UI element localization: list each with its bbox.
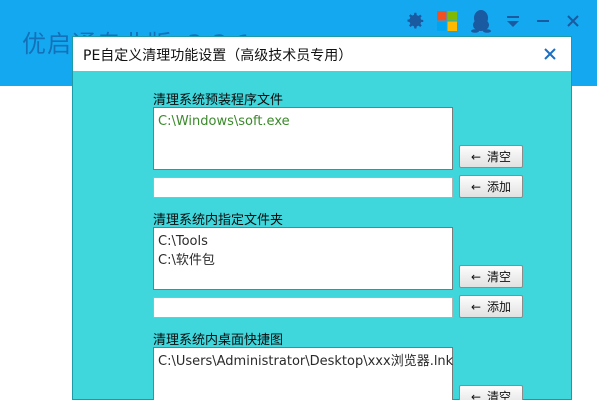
cleanup-settings-dialog: PE自定义清理功能设置（高级技术员专用） 清理系统预装程序文件 C:\Windo… [72,36,572,400]
left-arrow-icon: ← [470,179,482,194]
close-icon[interactable] [537,41,563,67]
path-input-folders[interactable] [153,297,453,318]
section-label-shortcuts: 清理系统内桌面快捷图 [153,333,284,348]
left-arrow-icon: ← [470,149,482,164]
dialog-title: PE自定义清理功能设置（高级技术员专用） [83,48,353,64]
minimize-icon[interactable] [530,8,556,34]
left-arrow-icon: ← [470,299,482,314]
clear-button-preinstalled[interactable]: ← 清空 [459,145,523,168]
clear-label: 清空 [487,150,512,164]
list-item[interactable]: C:\Users\Administrator\Desktop\xxx浏览器.ln… [158,352,453,371]
windows-icon[interactable] [434,8,460,34]
clear-button-folders[interactable]: ← 清空 [459,265,523,288]
list-item[interactable]: C:\Windows\soft.exe [158,112,448,131]
clear-label: 清空 [487,390,512,400]
qq-penguin-icon[interactable] [468,8,494,34]
path-input-preinstalled[interactable] [153,177,453,198]
dialog-titlebar: PE自定义清理功能设置（高级技术员专用） [73,37,571,71]
app-close-icon[interactable] [560,8,586,34]
clear-label: 清空 [487,270,512,284]
add-button-preinstalled[interactable]: ← 添加 [459,175,523,198]
list-item[interactable]: C:\软件包 [158,251,448,270]
gear-icon[interactable] [402,8,428,34]
section-label-preinstalled: 清理系统预装程序文件 [153,93,284,108]
add-label: 添加 [487,300,512,314]
list-item[interactable]: C:\Tools [158,232,448,251]
listbox-shortcuts[interactable]: C:\Users\Administrator\Desktop\xxx浏览器.ln… [153,347,453,400]
left-arrow-icon: ← [470,389,482,400]
add-label: 添加 [487,180,512,194]
listbox-preinstalled[interactable]: C:\Windows\soft.exe [153,107,453,170]
listbox-folders[interactable]: C:\Tools C:\软件包 [153,227,453,290]
clear-button-shortcuts[interactable]: ← 清空 [459,385,523,400]
add-button-folders[interactable]: ← 添加 [459,295,523,318]
section-label-folders: 清理系统内指定文件夹 [153,213,284,228]
left-arrow-icon: ← [470,269,482,284]
dropdown-menu-icon[interactable] [500,8,526,34]
